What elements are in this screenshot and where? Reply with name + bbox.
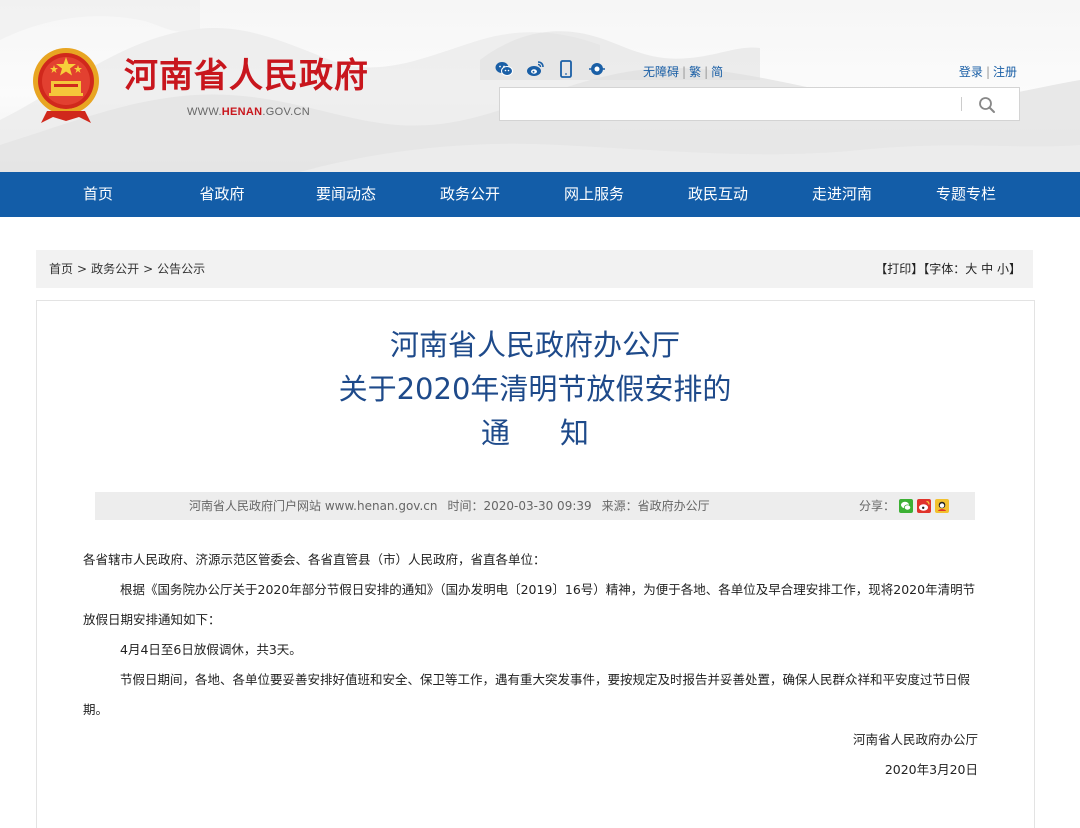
wechat-icon[interactable] xyxy=(495,60,513,78)
traditional-chinese-link[interactable]: 繁 xyxy=(689,65,701,79)
article-paragraph: 节假日期间，各地、各单位要妥善安排好值班和安全、保卫等工作，遇有重大突发事件，要… xyxy=(83,672,971,717)
qzone-share-icon[interactable] xyxy=(935,499,950,513)
font-size-label-end: 】 xyxy=(1008,262,1021,276)
article-addressee: 各省辖市人民政府、济源示范区管委会、各省直管县（市）人民政府，省直各单位： xyxy=(83,552,546,567)
article-paragraph: 4月4日至6日放假调休，共3天。 xyxy=(120,642,302,657)
wechat-share-icon[interactable] xyxy=(899,499,914,513)
breadcrumb-separator: > xyxy=(77,262,88,276)
search-box xyxy=(499,87,1020,121)
site-header: 河南省人民政府 WWW.HENAN.GOV.CN 无障碍 | 繁 | 简 登录 … xyxy=(0,0,1080,172)
search-icon[interactable] xyxy=(976,94,998,116)
article-paragraph: 根据《国务院办公厅关于2020年部分节假日安排的通知》（国办发明电〔2019〕1… xyxy=(83,582,976,627)
article-date: 2020年3月20日 xyxy=(884,762,978,777)
breadcrumb-announcements[interactable]: 公告公示 xyxy=(157,262,205,276)
article-body: 各省辖市人民政府、济源示范区管委会、各省直管县（市）人民政府，省直各单位： 根据… xyxy=(83,545,978,785)
page-tools: 【打印】【字体：大 中 小】 xyxy=(875,250,1021,288)
title-line-3: 通知 xyxy=(480,416,639,450)
nav-item-government-affairs[interactable]: 政务公开 xyxy=(408,172,532,217)
meta-info: 河南省人民政府门户网站 www.henan.gov.cn 时间：2020-03-3… xyxy=(189,492,720,520)
breadcrumb: 首页 > 政务公开 > 公告公示 xyxy=(49,250,205,288)
weibo-share-icon[interactable] xyxy=(917,499,932,513)
site-domain: WWW.HENAN.GOV.CN xyxy=(187,106,310,118)
weibo-icon[interactable] xyxy=(526,60,544,78)
search-input[interactable] xyxy=(500,88,960,120)
article-signature: 河南省人民政府办公厅 xyxy=(852,732,978,747)
meta-time: 时间：2020-03-30 09:39 xyxy=(447,499,592,513)
national-emblem-icon xyxy=(33,48,99,123)
search-divider xyxy=(961,97,962,111)
login-link[interactable]: 登录 xyxy=(959,65,983,79)
meta-origin: 来源：省政府办公厅 xyxy=(601,499,710,513)
breadcrumb-government-affairs[interactable]: 政务公开 xyxy=(91,262,139,276)
login-links: 登录 | 注册 xyxy=(958,65,1017,79)
share-label: 分享： xyxy=(859,499,896,513)
font-medium-button[interactable]: 中 xyxy=(981,262,993,276)
print-button[interactable]: 【打印】 xyxy=(875,262,923,276)
nav-item-special-topics[interactable]: 专题专栏 xyxy=(904,172,1028,217)
accessibility-links: 无障碍 | 繁 | 简 xyxy=(643,65,724,79)
register-link[interactable]: 注册 xyxy=(993,65,1017,79)
nav-item-about-henan[interactable]: 走进河南 xyxy=(780,172,904,217)
nav-item-provincial-government[interactable]: 省政府 xyxy=(160,172,284,217)
breadcrumb-bar: 首页 > 政务公开 > 公告公示 【打印】【字体：大 中 小】 xyxy=(36,250,1033,288)
title-line-2: 关于2020年清明节放假安排的 xyxy=(338,372,732,406)
meta-source-site: 河南省人民政府门户网站 www.henan.gov.cn xyxy=(189,499,438,513)
nav-item-online-services[interactable]: 网上服务 xyxy=(532,172,656,217)
site-name: 河南省人民政府 xyxy=(124,56,369,96)
nav-item-interaction[interactable]: 政民互动 xyxy=(656,172,780,217)
nav-item-news[interactable]: 要闻动态 xyxy=(284,172,408,217)
barrier-free-link[interactable]: 无障碍 xyxy=(643,65,679,79)
share-bar: 分享： xyxy=(859,492,950,520)
font-small-button[interactable]: 小 xyxy=(997,262,1009,276)
font-size-label: 【字体： xyxy=(923,262,966,276)
social-icons xyxy=(495,60,606,78)
breadcrumb-home[interactable]: 首页 xyxy=(49,262,73,276)
font-large-button[interactable]: 大 xyxy=(965,262,977,276)
simplified-chinese-link[interactable]: 简 xyxy=(711,65,723,79)
article-title: 河南省人民政府办公厅 关于2020年清明节放假安排的 通知 xyxy=(0,323,1070,455)
breadcrumb-separator: > xyxy=(143,262,154,276)
main-nav: 首页 省政府 要闻动态 政务公开 网上服务 政民互动 走进河南 专题专栏 xyxy=(0,172,1080,217)
article-meta: 河南省人民政府门户网站 www.henan.gov.cn 时间：2020-03-3… xyxy=(95,492,975,520)
mobile-icon[interactable] xyxy=(557,60,575,78)
nav-item-home[interactable]: 首页 xyxy=(36,172,160,217)
app-icon[interactable] xyxy=(588,60,606,78)
title-line-1: 河南省人民政府办公厅 xyxy=(389,328,680,362)
